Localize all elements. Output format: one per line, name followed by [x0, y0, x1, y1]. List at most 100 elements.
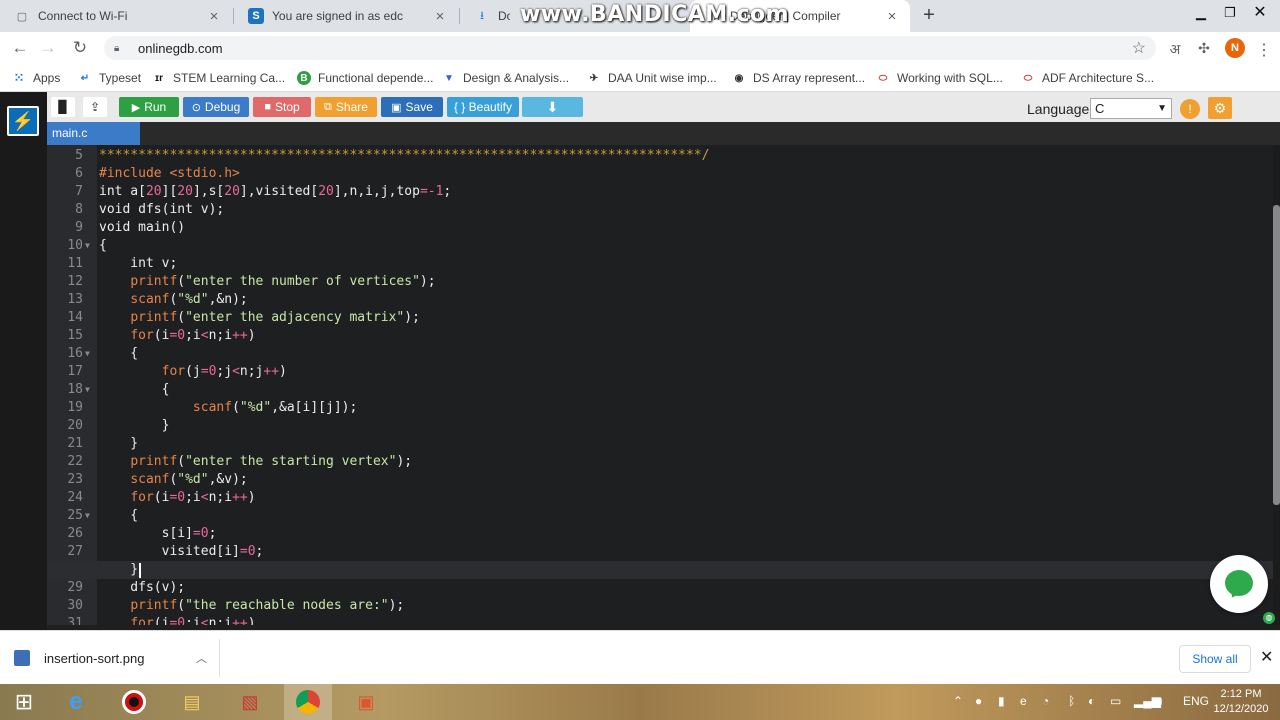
code-line[interactable]: for(i=0;i<n;i++) [99, 615, 255, 625]
bookmark-stem[interactable]: ɪr STEM Learning Ca... [152, 69, 285, 87]
chrome-icon[interactable] [284, 684, 332, 720]
tray-shield-icon[interactable]: ◐ [1088, 694, 1095, 708]
code-line[interactable]: { [99, 345, 138, 363]
code-line[interactable]: } [99, 435, 138, 453]
upload-icon[interactable]: ⇪ [83, 97, 107, 117]
save-button[interactable]: ▣ Save [381, 97, 443, 117]
clock[interactable]: 2:12 PM 12/12/2020 [1212, 687, 1270, 717]
bookmark-star-icon[interactable]: ☆ [1132, 38, 1146, 58]
share-button[interactable]: ⧉ Share [315, 97, 377, 117]
code-line[interactable]: for(i=0;i<n;i++) [99, 489, 255, 507]
bookmark-sql[interactable]: ⬭ Working with SQL... [876, 69, 1003, 87]
onlinegdb-logo-icon[interactable]: ⚡ [7, 106, 39, 136]
run-button[interactable]: ▶ Run [119, 97, 179, 117]
tray-app-icon[interactable]: ▮ [998, 694, 1005, 708]
close-icon[interactable]: × [206, 8, 222, 25]
bookmark-ds-array[interactable]: ◉ DS Array represent... [732, 69, 865, 87]
fold-arrow-icon[interactable]: ▼ [85, 345, 95, 363]
code-line[interactable]: dfs(v); [99, 579, 185, 597]
chat-button[interactable] [1210, 555, 1268, 613]
code-line[interactable]: scanf("%d",&n); [99, 291, 247, 309]
show-all-button[interactable]: Show all [1179, 645, 1251, 673]
minimize-icon[interactable]: ▁ [1186, 0, 1216, 30]
profile-avatar[interactable]: N [1225, 38, 1245, 58]
code-line[interactable]: printf("enter the starting vertex"); [99, 453, 412, 471]
code-line[interactable]: int a[20][20],s[20],visited[20],n,i,j,to… [99, 183, 451, 201]
close-icon[interactable]: × [432, 8, 448, 25]
bluetooth-icon[interactable]: ᛒ [1068, 694, 1075, 708]
back-arrow-icon[interactable]: ← [8, 36, 32, 60]
bookmark-apps[interactable]: ⁙ Apps [12, 69, 61, 87]
code-line[interactable]: printf("enter the adjacency matrix"); [99, 309, 420, 327]
close-icon[interactable]: × [884, 8, 900, 25]
address-bar[interactable]: 🔒︎ onlinegdb.com ☆ [104, 36, 1156, 60]
info-icon[interactable]: ! [1180, 99, 1200, 119]
download-button[interactable]: ⬇ [522, 97, 583, 117]
new-tab-button[interactable]: + [916, 3, 942, 29]
code-line[interactable]: void main() [99, 219, 185, 237]
tray-record-icon[interactable]: ● [975, 694, 982, 708]
close-icon[interactable]: ✕ [1260, 647, 1273, 667]
code-line[interactable]: visited[i]=0; [99, 543, 264, 561]
tab-connect-wifi[interactable]: ▢ Connect to Wi-Fi × [0, 0, 232, 32]
code-line[interactable]: scanf("%d",&v); [99, 471, 247, 489]
code-line[interactable]: #include <stdio.h> [99, 165, 240, 183]
code-line[interactable]: } [99, 561, 138, 579]
language-select[interactable]: C ▼ [1090, 98, 1172, 119]
scrollbar-thumb[interactable] [1273, 205, 1280, 505]
office-app-icon[interactable]: ▣ [342, 684, 390, 720]
file-explorer-icon[interactable]: ▤ [168, 684, 216, 720]
bookmark-design[interactable]: ▼ Design & Analysis... [442, 69, 569, 87]
download-item[interactable]: insertion-sort.png ︿ [14, 639, 220, 677]
code-line[interactable]: int v; [99, 255, 177, 273]
file-tab-main-c[interactable]: main.c [47, 122, 140, 145]
code-line[interactable]: void dfs(int v); [99, 201, 224, 219]
code-line[interactable]: { [99, 507, 138, 525]
new-file-icon[interactable]: ▉ [51, 97, 75, 117]
code-editor[interactable]: 5 6 7 8 9 10 ▼ 11 12 13 14 15 16 ▼ 17 18 ▼ 19 20 21 22 23 24 25… [47, 145, 1273, 625]
code-line[interactable]: } [99, 417, 170, 435]
code-line[interactable]: for(j=0;j<n;j++) [99, 363, 287, 381]
bookmark-functional[interactable]: B Functional depende... [297, 69, 433, 87]
tab-signed-in[interactable]: S You are signed in as edc × [234, 0, 458, 32]
gear-icon[interactable]: ⚙ [1208, 97, 1232, 119]
chevron-up-icon[interactable]: ︿ [196, 650, 207, 666]
pdf-reader-icon[interactable]: ▧ [226, 684, 274, 720]
menu-kebab-icon[interactable]: ⋮ [1254, 40, 1274, 60]
bookmark-daa[interactable]: ✈ DAA Unit wise imp... [587, 69, 717, 87]
volume-icon[interactable]: 🔈︎ [1158, 694, 1165, 709]
code-line[interactable]: { [99, 237, 107, 255]
restore-icon[interactable]: ❐ [1215, 0, 1245, 30]
fold-arrow-icon[interactable]: ▼ [85, 507, 95, 525]
reload-icon[interactable]: ↻ [68, 36, 92, 60]
code-line[interactable]: { [99, 381, 170, 399]
code-line[interactable]: printf("enter the number of vertices"); [99, 273, 435, 291]
code-line[interactable]: printf("the reachable nodes are:"); [99, 597, 404, 615]
window-close-icon[interactable]: ✕ [1245, 0, 1275, 30]
extension-hindi-icon[interactable]: अ [1165, 40, 1185, 59]
bookmark-adf[interactable]: ⬭ ADF Architecture S... [1021, 69, 1154, 87]
code-line[interactable]: s[i]=0; [99, 525, 217, 543]
tab-download[interactable]: ⭳ Down [460, 0, 520, 32]
network-signal-icon[interactable]: ▂▄▆ [1134, 694, 1161, 708]
tray-display-icon[interactable]: ▭ [1110, 694, 1121, 708]
fold-arrow-icon[interactable]: ▼ [85, 381, 95, 399]
editor-scrollbar[interactable] [1273, 145, 1280, 625]
extensions-puzzle-icon[interactable]: ✣ [1194, 40, 1214, 57]
tray-up-icon[interactable]: ⌃ [953, 694, 963, 708]
bookmark-typeset[interactable]: ↵ Typeset [78, 69, 141, 87]
code-line[interactable]: ****************************************… [99, 147, 709, 165]
internet-explorer-icon[interactable]: e [52, 684, 100, 720]
code-line[interactable]: scanf("%d",&a[i][j]); [99, 399, 357, 417]
tray-chrome-icon[interactable]: ◔ [1042, 694, 1049, 708]
record-icon[interactable] [110, 684, 158, 720]
beautify-button[interactable]: { } Beautify [447, 97, 519, 117]
forward-arrow-icon[interactable]: → [36, 36, 60, 60]
tray-edge-icon[interactable]: e [1020, 694, 1027, 708]
debug-button[interactable]: ⊙ Debug [183, 97, 249, 117]
code-line[interactable]: for(i=0;i<n;i++) [99, 327, 255, 345]
stop-button[interactable]: ■ Stop [253, 97, 311, 117]
language-indicator[interactable]: ENG [1183, 694, 1209, 708]
windows-start-icon[interactable]: ⊞ [0, 684, 48, 720]
fold-arrow-icon[interactable]: ▼ [85, 237, 95, 255]
